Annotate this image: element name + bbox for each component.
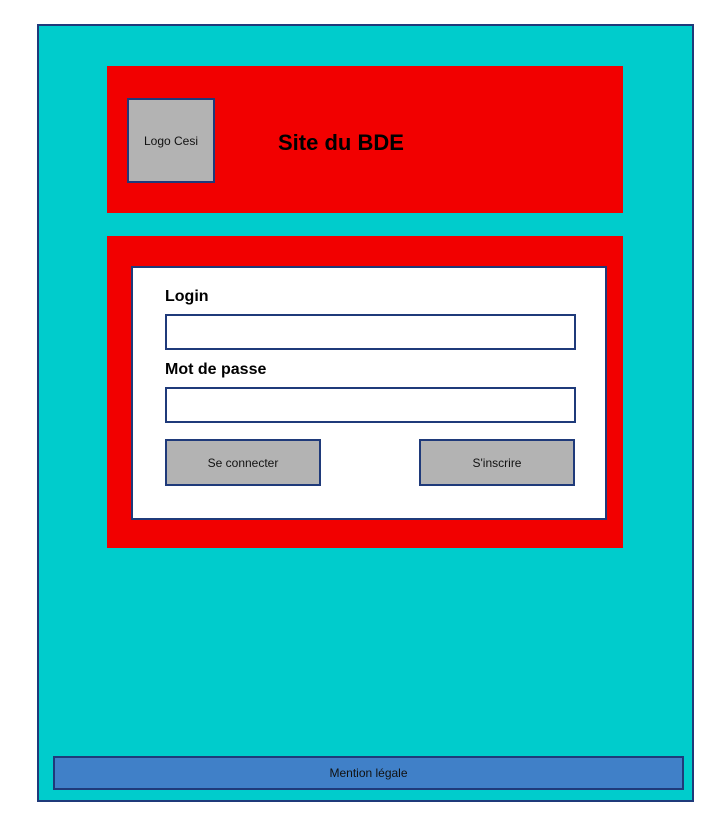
- site-title: Site du BDE: [278, 130, 404, 155]
- connect-button[interactable]: Se connecter: [165, 439, 321, 486]
- register-button[interactable]: S'inscrire: [419, 439, 575, 486]
- login-form: Login Mot de passe Se connecter S'inscri…: [131, 266, 607, 520]
- login-section: Login Mot de passe Se connecter S'inscri…: [107, 236, 623, 548]
- login-label: Login: [165, 288, 209, 305]
- header-banner: Logo Cesi Site du BDE: [107, 66, 623, 213]
- password-label: Mot de passe: [165, 361, 267, 378]
- footer-legal[interactable]: Mention légale: [53, 756, 684, 790]
- password-input[interactable]: [165, 387, 576, 423]
- page-frame: Logo Cesi Site du BDE Login Mot de passe…: [37, 24, 694, 802]
- login-input[interactable]: [165, 314, 576, 350]
- logo-label: Logo Cesi: [143, 133, 199, 148]
- legal-mention-link[interactable]: Mention légale: [329, 766, 407, 780]
- logo-cesi: Logo Cesi: [127, 98, 215, 183]
